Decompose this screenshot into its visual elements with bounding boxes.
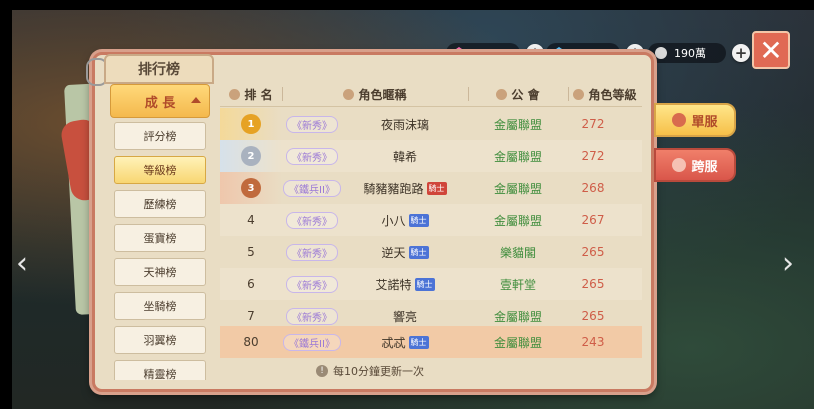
update-note-text: 每10分鐘更新一次 [333,365,424,378]
player-level: 272 [581,117,605,131]
player-level: 267 [581,213,605,227]
title-badge: 《鐵兵II》 [283,333,341,351]
info-icon: ! [316,365,328,377]
tab-cross-server-label: 跨服 [691,159,718,175]
sidebar-item-god[interactable]: 天神榜 [114,258,206,286]
header-nickname: 角色暱稱 [282,82,468,106]
player-name-cell: 小八 騎士 [342,204,468,236]
guild-name: 金屬聯盟 [493,213,542,228]
tab-cross-server[interactable]: 跨服 [654,148,736,182]
player-level: 265 [581,245,605,259]
header-rank-label: 排 名 [244,87,273,102]
silver-coin-counter: 190萬 + [648,42,750,64]
player-name: 小八 [381,213,406,228]
bronze-medal-icon: 3 [241,178,261,198]
player-name: 夜雨沫璃 [380,117,429,132]
sidebar-item-mount[interactable]: 坐騎榜 [114,292,206,320]
silver-coin-value: 190萬 [674,47,706,60]
player-level: 265 [581,277,605,291]
cross-server-icon [672,158,687,172]
header-nickname-label: 角色暱稱 [358,87,407,102]
sidebar-item-rating[interactable]: 評分榜 [114,122,206,150]
panel-title: 排行榜 [104,54,214,84]
class-tag: 騎士 [408,245,429,259]
guild-name: 金屬聯盟 [493,149,542,164]
sidebar-item-spirit[interactable]: 精靈榜 [114,360,206,380]
prev-arrow-icon[interactable]: ‹ [16,246,28,281]
rank-number: 5 [247,245,255,259]
guild-name: 金屬聯盟 [493,181,542,196]
title-badge: 《新秀》 [286,147,338,165]
player-name-cell: 逆天 騎士 [342,236,468,268]
top-bar-edge [0,0,814,10]
rank-number: 6 [247,277,255,291]
player-level: 272 [581,149,605,163]
table-row[interactable]: 4 《新秀》 小八 騎士 金屬聯盟 267 [220,204,642,236]
gold-medal-icon: 1 [241,114,261,134]
header-guild: 公 會 [468,82,568,106]
title-badge: 《新秀》 [286,275,338,293]
player-name-cell: 騎豬豬跑路 騎士 [342,172,468,204]
my-ranking-row[interactable]: 80 《鐵兵II》 忒忒 騎士 金屬聯盟 243 [220,326,642,358]
title-badge: 《新秀》 [286,211,338,229]
update-note: ! 每10分鐘更新一次 [220,360,520,382]
sidebar-item-level[interactable]: 等級榜 [114,156,206,184]
header-rank: 排 名 [220,82,282,106]
rank-number: 4 [247,213,255,227]
title-badge: 《鐵兵II》 [283,179,341,197]
sidebar-item-experience[interactable]: 歷練榜 [114,190,206,218]
server-icon [672,113,687,127]
table-row[interactable]: 5 《新秀》 逆天 騎士 樂貓閣 265 [220,236,642,268]
player-name-cell: 艾諾特 騎士 [342,268,468,300]
sidebar-item-wing[interactable]: 羽翼榜 [114,326,206,354]
guild-name: 壹軒堂 [499,277,536,292]
player-name-cell: 忒忒 騎士 [342,326,468,358]
tab-single-server-label: 單服 [691,114,718,130]
rank-icon [229,88,241,100]
player-name: 忒忒 [381,335,406,350]
category-group-header[interactable]: 成 長 [110,84,210,118]
guild-icon [496,88,508,100]
player-level: 243 [581,335,605,349]
tab-single-server[interactable]: 單服 [654,103,736,137]
player-name: 逆天 [381,245,406,260]
player-name: 艾諾特 [375,277,412,292]
level-icon [573,88,585,100]
class-tag: 騎士 [408,335,429,349]
sidebar-item-egg[interactable]: 蛋寶榜 [114,224,206,252]
class-tag: 騎士 [408,213,429,227]
player-level: 268 [581,181,605,195]
table-row[interactable]: 1 《新秀》 夜雨沫璃 金屬聯盟 272 [220,108,642,140]
next-arrow-icon[interactable]: › [782,246,794,281]
table-header: 排 名 角色暱稱 公 會 角色等級 [220,82,642,107]
player-name: 騎豬豬跑路 [363,181,424,196]
title-badge: 《新秀》 [286,115,338,133]
add-silver-coin-button[interactable]: + [732,44,750,62]
table-row[interactable]: 3 《鐵兵II》 騎豬豬跑路 騎士 金屬聯盟 268 [220,172,642,204]
table-row[interactable]: 6 《新秀》 艾諾特 騎士 壹軒堂 265 [220,268,642,300]
rank-number: 80 [243,335,259,349]
header-level-label: 角色等級 [588,87,637,102]
header-level: 角色等級 [568,82,642,106]
close-button[interactable]: ✕ [752,31,790,69]
title-badge: 《新秀》 [286,307,338,325]
guild-name: 金屬聯盟 [493,117,542,132]
guild-name: 金屬聯盟 [493,335,542,350]
guild-name: 樂貓閣 [499,245,536,260]
silver-medal-icon: 2 [241,146,261,166]
nickname-icon [343,88,355,100]
class-tag: 騎士 [414,277,435,291]
player-name: 韓希 [392,149,417,164]
header-guild-label: 公 會 [511,87,540,102]
title-badge: 《新秀》 [286,243,338,261]
category-sidebar: 成 長 評分榜 等級榜 歷練榜 蛋寶榜 天神榜 坐騎榜 羽翼榜 精靈榜 [110,84,210,380]
left-bar-edge [0,0,12,409]
ranking-table: 排 名 角色暱稱 公 會 角色等級 1 《新秀》 夜雨沫璃 金屬聯盟 272 2… [220,82,642,358]
category-group-label: 成 長 [144,95,176,111]
silver-coin-icon [655,47,667,59]
caret-up-icon [191,97,201,103]
class-tag: 騎士 [426,181,447,195]
table-row[interactable]: 2 《新秀》 韓希 金屬聯盟 272 [220,140,642,172]
